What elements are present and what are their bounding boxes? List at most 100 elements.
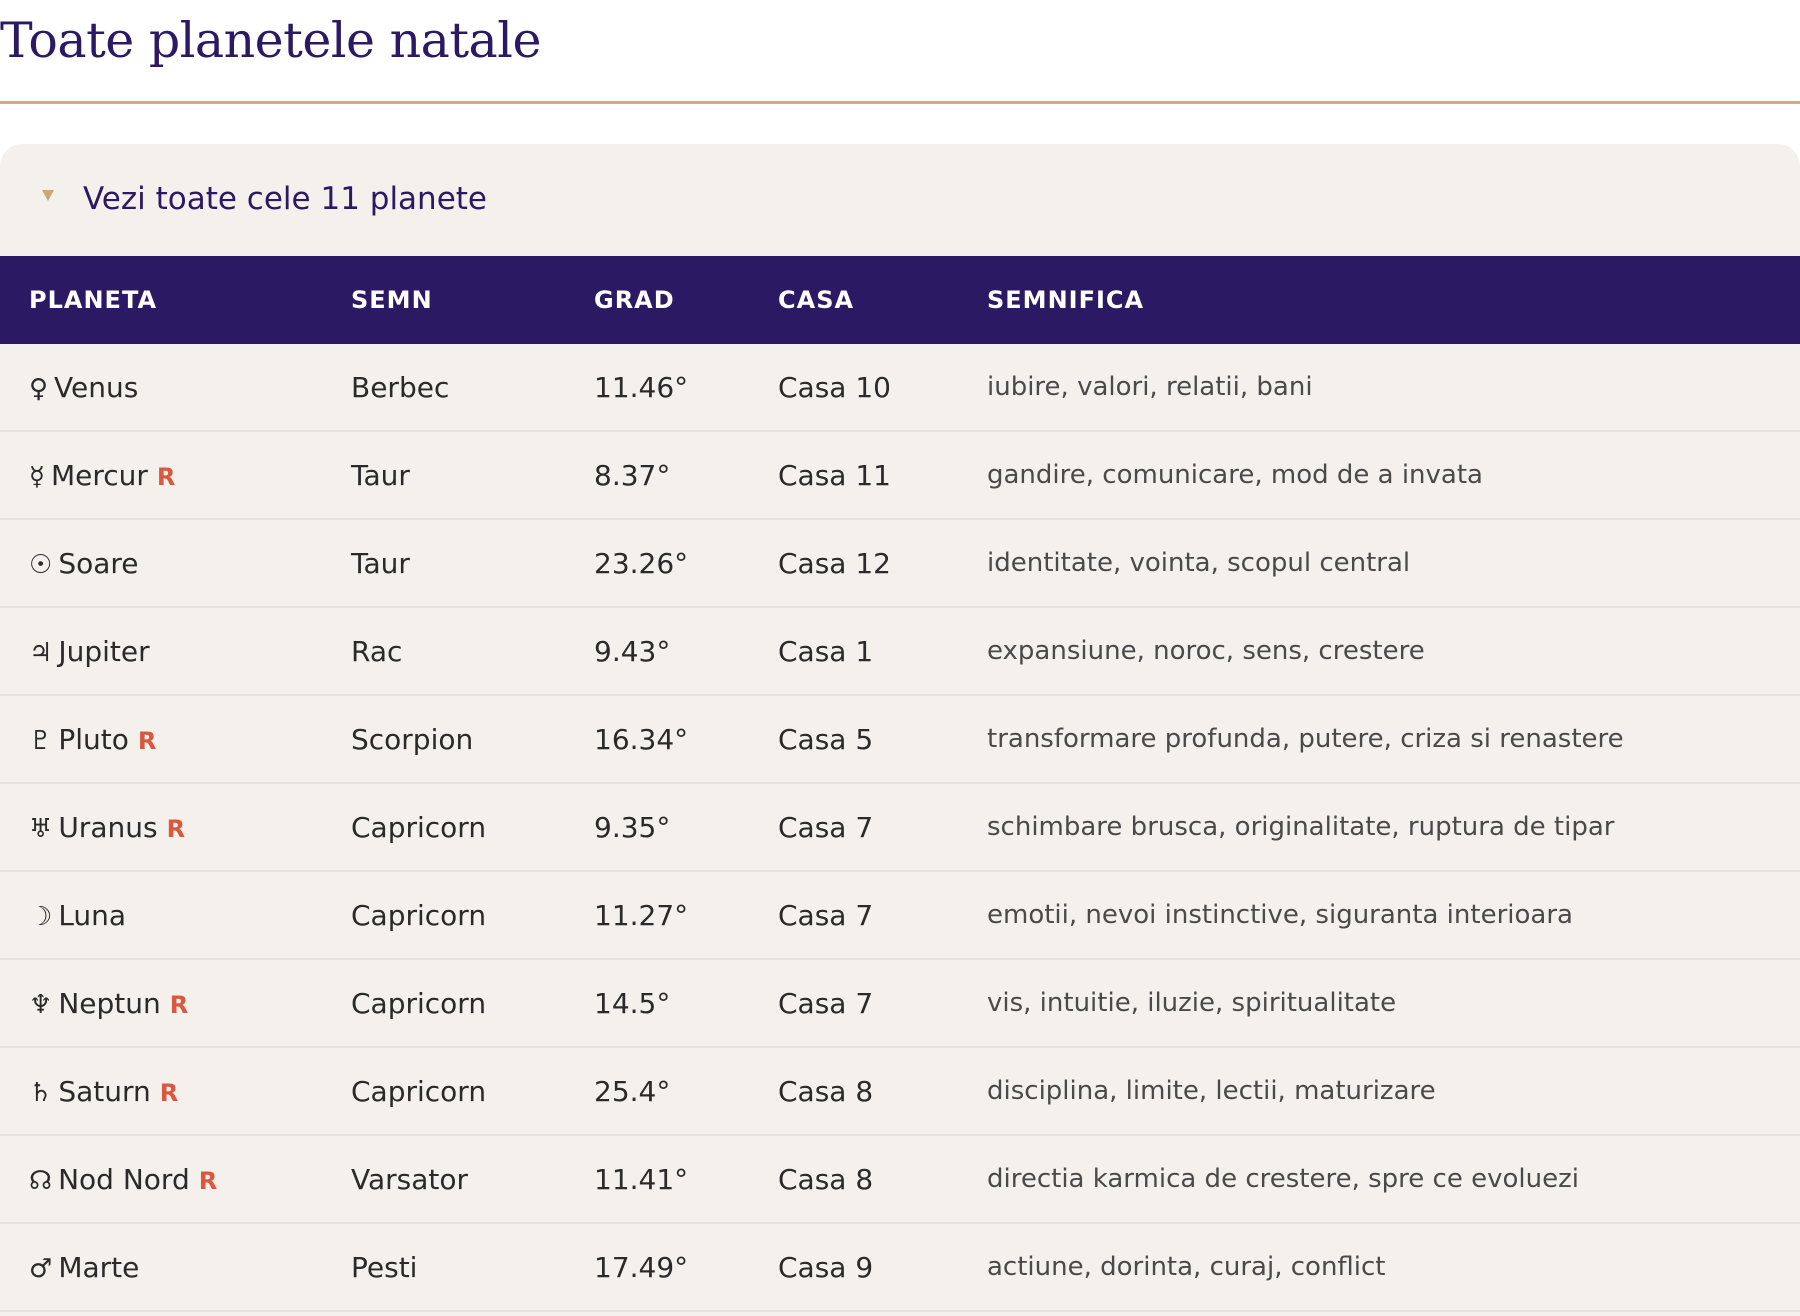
- cell-meaning: gandire, comunicare, mod de a invata: [987, 431, 1800, 520]
- retrograde-badge: R: [137, 726, 157, 755]
- mercury-icon: ☿: [29, 461, 45, 492]
- cell-planet: ♀ Venus: [0, 344, 351, 432]
- planet-name: Neptun: [58, 986, 161, 1020]
- cell-meaning: schimbare brusca, originalitate, ruptura…: [987, 783, 1800, 872]
- cell-house: Casa 7: [778, 959, 987, 1048]
- header-house: CASA: [778, 286, 855, 314]
- venus-icon: ♀: [29, 373, 49, 404]
- cell-sign: Taur: [351, 431, 594, 520]
- cell-sign: Capricorn: [351, 871, 594, 960]
- planet-name: Soare: [58, 546, 139, 580]
- retrograde-badge: R: [159, 1078, 179, 1107]
- table-row: ☿ Mercur R Taur 8.37° Casa 11 gandire, comunic…: [0, 431, 1800, 520]
- cell-planet: ♅ Uranus R: [0, 783, 351, 872]
- cell-meaning: vis, intuitie, iluzie, spiritualitate: [987, 959, 1800, 1048]
- header-meaning: SEMNIFICA: [987, 286, 1145, 314]
- cell-planet: ♇ Pluto R: [0, 695, 351, 784]
- planet-name: Luna: [58, 898, 127, 932]
- planet-name: Nod Nord: [58, 1162, 190, 1196]
- cell-meaning: emotii, nevoi instinctive, siguranta int…: [987, 871, 1800, 960]
- planets-toggle[interactable]: Vezi toate cele 11 planete: [0, 144, 1800, 256]
- table-header-row: PLANETA SEMN GRAD CASA SEMNIFICA: [0, 256, 1800, 344]
- cell-degree: 11.41°: [594, 1135, 778, 1224]
- cell-degree: 8.37°: [594, 431, 778, 520]
- pluto-icon: ♇: [29, 725, 53, 756]
- cell-planet: ♆ Neptun R: [0, 959, 351, 1048]
- planets-toggle-label: Vezi toate cele 11 planete: [83, 181, 487, 217]
- cell-degree: 11.27°: [594, 871, 778, 960]
- cell-house: Casa 9: [778, 1223, 987, 1312]
- cell-degree: 25.4°: [594, 1047, 778, 1136]
- planet-name: Jupiter: [58, 634, 150, 668]
- cell-planet: ☊ Nod Nord R: [0, 1135, 351, 1224]
- cell-planet: ♃ Jupiter: [0, 607, 351, 696]
- cell-house: Casa 7: [778, 783, 987, 872]
- table-row: ♀ Venus Berbec 11.46° Casa 10 iubire, valori,…: [0, 344, 1800, 432]
- table-row: ☊ Nod Nord R Varsator 11.41° Casa 8 directia k…: [0, 1135, 1800, 1224]
- table-row: ♅ Uranus R Capricorn 9.35° Casa 7 schimbare br…: [0, 783, 1800, 872]
- cell-sign: Rac: [351, 607, 594, 696]
- cell-house: Casa 1: [778, 607, 987, 696]
- cell-sign: Taur: [351, 519, 594, 608]
- cell-degree: 16.34°: [594, 695, 778, 784]
- cell-house: Casa 11: [778, 431, 987, 520]
- neptune-icon: ♆: [29, 989, 53, 1020]
- mars-icon: ♂: [29, 1253, 53, 1284]
- cell-house: Casa 5: [778, 695, 987, 784]
- sun-icon: ☉: [29, 549, 53, 580]
- cell-degree: 23.26°: [594, 519, 778, 608]
- north-node-icon: ☊: [29, 1165, 53, 1196]
- cell-degree: 9.35°: [594, 783, 778, 872]
- cell-meaning: expansiune, noroc, sens, crestere: [987, 607, 1800, 696]
- table-row: ♃ Jupiter Rac 9.43° Casa 1 expansiune, noroc,…: [0, 607, 1800, 696]
- cell-meaning: disciplina, limite, lectii, maturizare: [987, 1047, 1800, 1136]
- planets-table: PLANETA SEMN GRAD CASA SEMNIFICA ♀ Venus B…: [0, 256, 1800, 1312]
- cell-sign: Berbec: [351, 344, 594, 432]
- cell-degree: 11.46°: [594, 344, 778, 432]
- header-planet: PLANETA: [29, 286, 158, 314]
- cell-degree: 17.49°: [594, 1223, 778, 1312]
- cell-meaning: iubire, valori, relatii, bani: [987, 344, 1800, 432]
- cell-planet: ☽ Luna: [0, 871, 351, 960]
- table-row: ♆ Neptun R Capricorn 14.5° Casa 7 vis, intuiti…: [0, 959, 1800, 1048]
- table-row: ☉ Soare Taur 23.26° Casa 12 identitate, voint…: [0, 519, 1800, 608]
- cell-house: Casa 8: [778, 1047, 987, 1136]
- retrograde-badge: R: [156, 462, 176, 491]
- cell-sign: Capricorn: [351, 783, 594, 872]
- cell-sign: Capricorn: [351, 959, 594, 1048]
- planet-name: Uranus: [58, 810, 158, 844]
- retrograde-badge: R: [169, 990, 189, 1019]
- cell-planet: ♂ Marte: [0, 1223, 351, 1312]
- cell-meaning: transformare profunda, putere, criza si …: [987, 695, 1800, 784]
- table-row: ♂ Marte Pesti 17.49° Casa 9 actiune, dorinta,…: [0, 1223, 1800, 1312]
- table-row: ♇ Pluto R Scorpion 16.34° Casa 5 transformare …: [0, 695, 1800, 784]
- planet-name: Mercur: [50, 458, 148, 492]
- moon-icon: ☽: [29, 901, 53, 932]
- caret-down-icon: [42, 190, 54, 201]
- cell-sign: Scorpion: [351, 695, 594, 784]
- jupiter-icon: ♃: [29, 637, 53, 668]
- cell-meaning: identitate, vointa, scopul central: [987, 519, 1800, 608]
- cell-house: Casa 8: [778, 1135, 987, 1224]
- cell-sign: Varsator: [351, 1135, 594, 1224]
- cell-house: Casa 7: [778, 871, 987, 960]
- cell-house: Casa 10: [778, 344, 987, 432]
- table-row: ♄ Saturn R Capricorn 25.4° Casa 8 disciplina, …: [0, 1047, 1800, 1136]
- planet-name: Venus: [54, 370, 139, 404]
- cell-meaning: actiune, dorinta, curaj, conflict: [987, 1223, 1800, 1312]
- cell-meaning: directia karmica de crestere, spre ce ev…: [987, 1135, 1800, 1224]
- header-degree: GRAD: [594, 286, 675, 314]
- saturn-icon: ♄: [29, 1077, 53, 1108]
- planet-name: Pluto: [58, 722, 129, 756]
- table-row: ☽ Luna Capricorn 11.27° Casa 7 emotii, nevoi …: [0, 871, 1800, 960]
- cell-planet: ♄ Saturn R: [0, 1047, 351, 1136]
- page-title: Toate planetele natale: [0, 12, 541, 69]
- cell-sign: Capricorn: [351, 1047, 594, 1136]
- planets-panel: Vezi toate cele 11 planete PLANETA SEMN …: [0, 144, 1800, 1316]
- cell-sign: Pesti: [351, 1223, 594, 1312]
- header-sign: SEMN: [351, 286, 433, 314]
- title-divider: [0, 101, 1800, 104]
- cell-planet: ☿ Mercur R: [0, 431, 351, 520]
- uranus-icon: ♅: [29, 813, 53, 844]
- cell-degree: 9.43°: [594, 607, 778, 696]
